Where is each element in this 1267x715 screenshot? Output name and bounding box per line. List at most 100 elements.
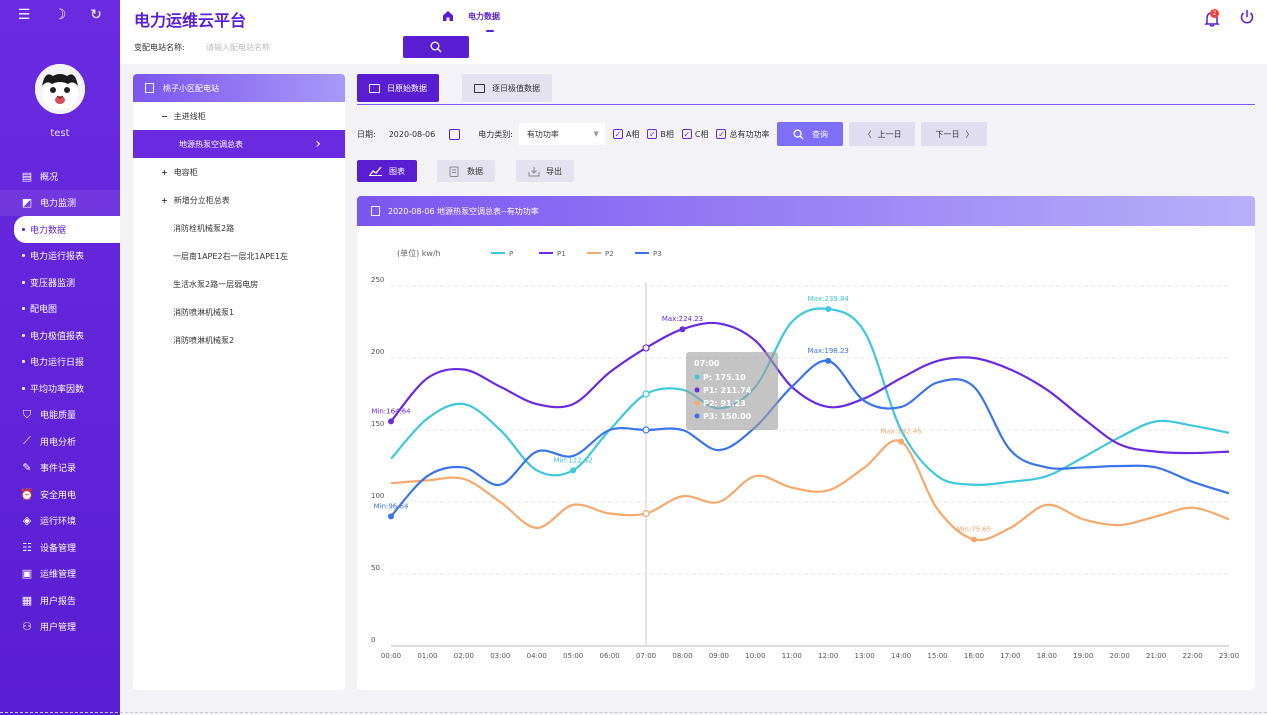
sidebar-item-4[interactable]: 变压器监测	[0, 269, 120, 296]
sidebar-item-6[interactable]: 电力极值报表	[0, 322, 120, 349]
sidebar-item-9[interactable]: ⛉ 电能质量	[0, 402, 120, 429]
tree-item-label: 一层南1APE2右一层北1APE1左	[173, 251, 289, 261]
extreme-point	[970, 536, 977, 543]
sidebar-item-2[interactable]: 电力数据	[14, 216, 120, 243]
sidebar-item-label: 概况	[40, 172, 59, 183]
check-icon: ✓	[681, 129, 692, 139]
sidebar-item-15[interactable]: ▣ 运维管理	[0, 561, 120, 588]
x-tick-label: 03:00	[490, 652, 510, 660]
type-label: 电力类别:	[478, 129, 513, 139]
shield-icon: ⛉	[22, 407, 32, 421]
edit-doc-icon: ✎	[22, 461, 32, 475]
tree-item[interactable]: 消防喷淋机械泵2	[133, 326, 345, 354]
sidebar-item-17[interactable]: ⚇ 用户管理	[0, 614, 120, 641]
type-select[interactable]: 有功功率 ▼	[518, 123, 605, 145]
app-title: 电力运维云平台	[134, 11, 247, 30]
series-line-p1	[390, 321, 1230, 455]
next-day-label: 下一日	[935, 129, 960, 139]
data-view-label: 数据	[467, 166, 483, 176]
expand-icon[interactable]: +	[161, 196, 168, 205]
extreme-label: Min:122.42	[554, 456, 593, 464]
tree-item[interactable]: 一层南1APE2右一层北1APE1左	[133, 242, 345, 270]
checkbox-a[interactable]: ✓ A相	[612, 129, 639, 140]
refresh-icon[interactable]: ↻	[85, 7, 107, 23]
x-tick-label: 17:00	[1000, 652, 1020, 660]
sidebar-item-7[interactable]: 电力运行日报	[0, 349, 120, 376]
sidebar-item-3[interactable]: 电力运行报表	[0, 243, 120, 270]
sidebar-item-label: 事件记录	[40, 464, 77, 475]
y-tick-label: 100	[371, 492, 384, 500]
sidebar-item-label: 用户管理	[40, 623, 77, 634]
chart-view-button[interactable]: 图表	[357, 160, 417, 182]
sidebar-item-label: 电力监测	[40, 199, 77, 210]
image-icon	[474, 83, 485, 93]
alarm-icon: ⏰	[20, 487, 34, 501]
power-icon[interactable]	[1238, 8, 1256, 26]
tree-item-label: 生活水泵2路一层弱电房	[173, 279, 259, 289]
tree-header[interactable]: 桃子小区配电站	[133, 74, 345, 102]
search-input[interactable]	[200, 36, 394, 58]
tree-item[interactable]: 生活水泵2路一层弱电房	[133, 270, 345, 298]
sidebar-item-13[interactable]: ◈ 运行环境	[0, 508, 120, 535]
query-button[interactable]: 查询	[777, 122, 844, 146]
sidebar-item-label: 运行环境	[40, 517, 77, 528]
tree-item[interactable]: 消防喷淋机械泵1	[133, 298, 345, 326]
tree-item[interactable]: 地源热泵空调总表 ›	[133, 130, 345, 158]
tree-item[interactable]: + 新增分立柜总表	[133, 186, 345, 214]
sidebar-menu: ▤ 概况 ◩ 电力监测 电力数据 电力运行报表 变压器监测 配电图 电力极值报表 电力运行日报 平均…	[0, 163, 120, 640]
nav-home-link[interactable]: 电力数据	[442, 10, 500, 22]
bullet-icon	[22, 360, 25, 364]
sidebar-item-14[interactable]: ☷ 设备管理	[0, 534, 120, 561]
download-icon	[528, 166, 540, 176]
tree-item[interactable]: − 主进线柜	[133, 102, 345, 130]
sidebar-item-16[interactable]: ▦ 用户报告	[0, 587, 120, 614]
line-chart-icon	[369, 166, 382, 176]
date-input[interactable]: 2020-08-06	[389, 130, 436, 139]
extreme-point	[388, 418, 394, 425]
checkbox-c-label: C相	[694, 129, 709, 139]
x-tick-label: 19:00	[1073, 652, 1093, 660]
tooltip-marker	[694, 400, 700, 406]
tooltip-value: P2: 91.23	[703, 399, 746, 408]
x-tick-label: 22:00	[1182, 652, 1202, 660]
sidebar-item-11[interactable]: ✎ 事件记录	[0, 455, 120, 482]
clipboard-icon	[449, 166, 459, 177]
data-view-button[interactable]: 数据	[437, 160, 495, 182]
checkbox-total[interactable]: ✓ 总有功功率	[716, 129, 769, 140]
tree-item[interactable]: + 电容柜	[133, 158, 345, 186]
station-tree-panel: 桃子小区配电站 − 主进线柜 地源热泵空调总表 › + 电容柜 + 新增分立柜总表 消防栓机械泵…	[133, 74, 345, 690]
sidebar-item-5[interactable]: 配电图	[0, 296, 120, 323]
search-button[interactable]	[403, 36, 469, 58]
sidebar-item-label: 电能质量	[40, 411, 77, 422]
sidebar-item-12[interactable]: ⏰ 安全用电	[0, 481, 120, 508]
avatar[interactable]	[35, 64, 85, 114]
tab-daily-raw[interactable]: 日原始数据	[357, 74, 439, 102]
collapse-icon[interactable]: −	[161, 112, 168, 121]
sidebar-item-8[interactable]: 平均功率因数	[0, 375, 120, 402]
chevron-right-icon: 〉	[965, 129, 974, 139]
checkbox-b[interactable]: ✓ B相	[647, 129, 674, 140]
sidebar-item-10[interactable]: ⟋ 用电分析	[0, 428, 120, 455]
calendar-icon[interactable]	[449, 128, 461, 140]
tree-item[interactable]: 消防栓机械泵2路	[133, 214, 345, 242]
tree-item-label: 消防喷淋机械泵1	[173, 307, 235, 317]
checkbox-c[interactable]: ✓ C相	[681, 129, 709, 140]
extreme-label: Max:224.23	[662, 315, 703, 323]
export-button[interactable]: 导出	[516, 160, 574, 182]
sidebar-item-0[interactable]: ▤ 概况	[0, 163, 120, 190]
extreme-point	[825, 357, 832, 364]
expand-icon[interactable]: +	[161, 168, 168, 177]
power-line-chart[interactable]: (单位) kw/h P P1 P2 P3 0 50 100 150 200 250 00:00 01:0…	[357, 226, 1255, 690]
prev-day-button[interactable]: 〈 上一日	[849, 122, 916, 146]
tooltip-value: P1: 211.74	[703, 386, 752, 395]
main-content: 日原始数据 逐日极值数据 日期: 2020-08-06 电力类别: 有功功率 ▼…	[357, 74, 1255, 690]
tab-daily-extreme[interactable]: 逐日极值数据	[462, 74, 552, 102]
y-tick-label: 250	[371, 276, 384, 284]
sidebar-item-1[interactable]: ◩ 电力监测	[0, 189, 120, 216]
menu-icon[interactable]: ☰	[13, 7, 35, 23]
next-day-button[interactable]: 下一日 〉	[921, 122, 988, 146]
moon-icon[interactable]: ☽	[49, 7, 71, 23]
screen-icon: ▣	[21, 567, 33, 581]
tree-title: 桃子小区配电站	[163, 83, 219, 93]
y-tick-label: 50	[371, 564, 380, 572]
